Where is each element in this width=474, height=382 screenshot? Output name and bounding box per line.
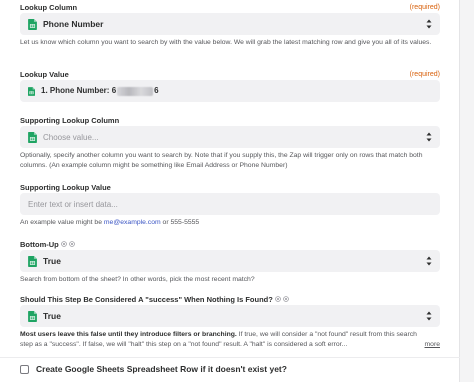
- redacted-value: [117, 86, 154, 96]
- supporting-value-help: An example value might be me@example.com…: [20, 218, 440, 228]
- create-row-option[interactable]: Create Google Sheets Spreadsheet Row if …: [20, 364, 287, 374]
- lookup-column-select[interactable]: Phone Number: [20, 13, 440, 35]
- divider: [0, 357, 460, 358]
- google-sheets-icon: [28, 87, 35, 96]
- required-badge: (required): [409, 70, 440, 78]
- google-sheets-icon: [28, 256, 37, 267]
- info-icon[interactable]: [61, 241, 67, 247]
- chevron-up-down-icon[interactable]: [426, 131, 432, 143]
- bottom-up-help: Search from bottom of the sheet? In othe…: [20, 276, 255, 283]
- success-nothing-select[interactable]: True: [20, 305, 440, 327]
- supporting-value-field: Supporting Lookup Value Enter text or in…: [20, 181, 440, 228]
- example-email-link[interactable]: me@example.com: [104, 219, 161, 226]
- more-link[interactable]: more: [425, 340, 441, 350]
- bottom-up-value: True: [43, 256, 61, 266]
- help-bold: Most users leave this false until they i…: [20, 331, 237, 338]
- google-sheets-icon: [28, 311, 37, 322]
- lookup-value-start: 6: [111, 86, 117, 96]
- supporting-column-label: Supporting Lookup Column: [20, 115, 120, 125]
- chevron-up-down-icon[interactable]: [426, 255, 432, 267]
- required-badge: (required): [409, 3, 440, 11]
- success-nothing-value: True: [43, 311, 61, 321]
- lookup-column-label: Lookup Column: [20, 2, 78, 12]
- info-icon[interactable]: [69, 241, 75, 247]
- google-sheets-icon: [28, 19, 37, 30]
- lookup-value-label: Lookup Value: [20, 69, 69, 79]
- supporting-value-placeholder: Enter text or insert data...: [28, 199, 118, 209]
- supporting-column-select[interactable]: Choose value...: [20, 126, 440, 148]
- bottom-up-field: Bottom-Up True Search from bottom of the…: [20, 238, 440, 285]
- help-prefix: An example value might be: [20, 219, 104, 226]
- success-nothing-label: Should This Step Be Considered A "succes…: [20, 294, 273, 304]
- create-row-label: Create Google Sheets Spreadsheet Row if …: [36, 364, 287, 374]
- lookup-value-pill[interactable]: 1. Phone Number: 6 6: [41, 86, 159, 96]
- supporting-value-input[interactable]: Enter text or insert data...: [20, 193, 440, 215]
- supporting-column-field: Supporting Lookup Column Choose value...…: [20, 114, 440, 170]
- lookup-column-field: Lookup Column (required) Phone Number Le…: [20, 1, 440, 48]
- chevron-up-down-icon[interactable]: [426, 310, 432, 322]
- google-sheets-icon: [28, 132, 37, 143]
- success-nothing-field: Should This Step Be Considered A "succes…: [20, 293, 440, 349]
- lookup-value-field: Lookup Value (required) 1. Phone Number:…: [20, 68, 440, 102]
- chevron-up-down-icon[interactable]: [426, 18, 432, 30]
- supporting-column-placeholder: Choose value...: [43, 132, 99, 142]
- lookup-value-prefix: 1. Phone Number:: [41, 86, 110, 96]
- help-suffix: or 555-5555: [160, 219, 200, 226]
- create-row-checkbox[interactable]: [20, 364, 29, 374]
- bottom-up-select[interactable]: True: [20, 250, 440, 272]
- supporting-column-help: Optionally, specify another column you w…: [20, 152, 423, 169]
- lookup-column-help: Let us know which column you want to sea…: [20, 39, 432, 46]
- info-icon[interactable]: [275, 296, 281, 302]
- lookup-column-value: Phone Number: [43, 19, 104, 29]
- lookup-value-end: 6: [154, 86, 159, 96]
- success-nothing-help: Most users leave this false until they i…: [20, 330, 440, 349]
- lookup-value-input[interactable]: 1. Phone Number: 6 6: [20, 80, 440, 102]
- bottom-up-label: Bottom-Up: [20, 239, 59, 249]
- supporting-value-label: Supporting Lookup Value: [20, 182, 111, 192]
- right-edge-panel: [459, 0, 474, 382]
- info-icon[interactable]: [283, 296, 289, 302]
